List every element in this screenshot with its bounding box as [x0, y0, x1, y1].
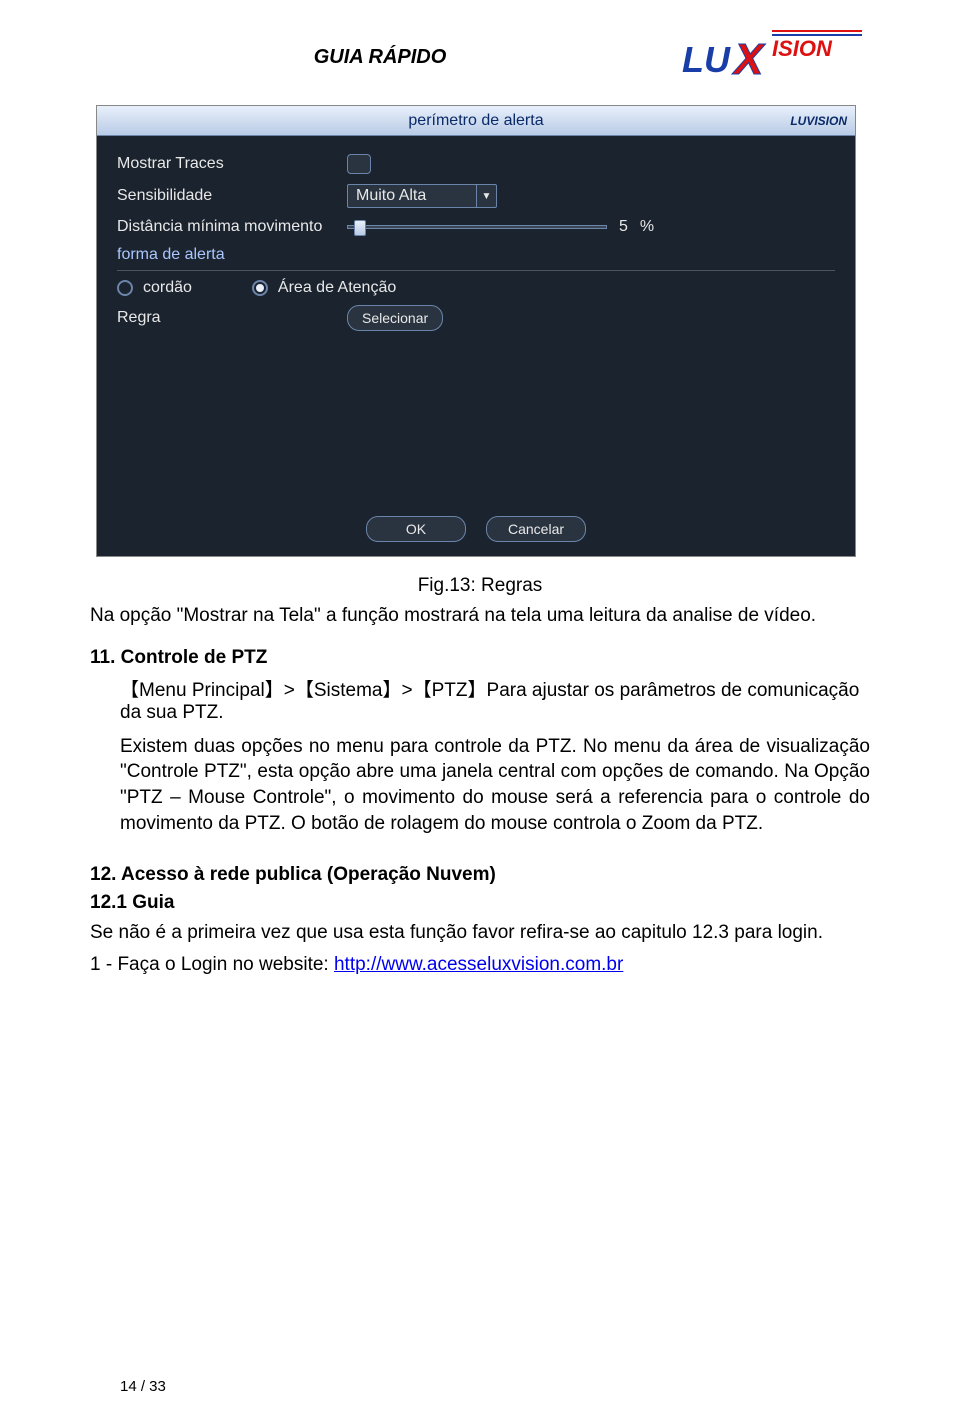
- select-rule-button[interactable]: Selecionar: [347, 305, 443, 331]
- login-line: 1 - Faça o Login no website: http://www.…: [90, 952, 870, 978]
- bracket-close-2: 】: [382, 680, 401, 701]
- slider-unit: %: [640, 218, 654, 236]
- dvr-body: Mostrar Traces Sensibilidade Muito Alta …: [97, 136, 855, 556]
- page-header: GUIA RÁPIDO LU X ISION: [90, 30, 870, 85]
- select-rule-button-label: Selecionar: [362, 310, 428, 326]
- section-11-title: 11. Controle de PTZ: [90, 647, 870, 669]
- svg-text:LU: LU: [682, 39, 731, 80]
- slider-value: 5: [619, 218, 628, 236]
- label-rule: Regra: [117, 309, 347, 327]
- checkbox-traces[interactable]: [347, 154, 371, 174]
- bc-ptz: PTZ: [432, 680, 468, 701]
- bracket-open-2: 【: [295, 680, 314, 701]
- svg-text:X: X: [731, 35, 766, 80]
- radio-area-label: Área de Atenção: [278, 279, 396, 297]
- select-sensitivity[interactable]: Muito Alta ▼: [347, 184, 497, 208]
- select-sensitivity-value: Muito Alta: [356, 187, 426, 205]
- paragraph-2: Existem duas opções no menu para control…: [120, 734, 870, 837]
- bc-sistema: Sistema: [314, 680, 383, 701]
- slider-min-distance[interactable]: [347, 225, 607, 229]
- breadcrumb: 【Menu Principal】>【Sistema】>【PTZ】Para aju…: [120, 675, 870, 724]
- logo: LU X ISION: [670, 30, 870, 85]
- label-min-distance: Distância mínima movimento: [117, 218, 347, 236]
- ok-button[interactable]: OK: [366, 516, 466, 542]
- svg-text:ISION: ISION: [772, 36, 833, 61]
- cancel-button[interactable]: Cancelar: [486, 516, 586, 542]
- label-sensitivity: Sensibilidade: [117, 187, 347, 205]
- page-number: 14 / 33: [120, 1378, 166, 1395]
- luxvision-logo-icon: LU X ISION: [680, 30, 870, 80]
- slider-thumb-icon[interactable]: [354, 220, 366, 236]
- dvr-titlebar: perímetro de alerta LUVISION: [97, 106, 855, 136]
- dvr-window-title: perímetro de alerta: [408, 112, 543, 130]
- header-title: GUIA RÁPIDO: [90, 46, 670, 69]
- bracket-close-3: 】: [468, 680, 487, 701]
- login-link[interactable]: http://www.acesseluxvision.com.br: [334, 954, 623, 975]
- section-12-1-title: 12.1 Guia: [90, 892, 870, 914]
- bracket-open-3: 【: [413, 680, 432, 701]
- paragraph-1: Na opção "Mostrar na Tela" a função most…: [90, 603, 870, 629]
- bracket-open-1: 【: [120, 680, 139, 701]
- radio-cord-label: cordão: [143, 279, 192, 297]
- radio-cord[interactable]: [117, 280, 133, 296]
- section-12-title: 12. Acesso à rede publica (Operação Nuve…: [90, 864, 870, 886]
- dvr-window: perímetro de alerta LUVISION Mostrar Tra…: [96, 105, 856, 557]
- bracket-close-1: 】: [265, 680, 284, 701]
- paragraph-3: Se não é a primeira vez que usa esta fun…: [90, 920, 870, 946]
- figure-caption: Fig.13: Regras: [90, 575, 870, 597]
- label-alert-form: forma de alerta: [117, 246, 347, 264]
- cancel-button-label: Cancelar: [508, 521, 564, 537]
- radio-area[interactable]: [252, 280, 268, 296]
- dvr-brand: LUVISION: [790, 114, 847, 128]
- label-traces: Mostrar Traces: [117, 155, 347, 173]
- chevron-down-icon: ▼: [476, 185, 496, 207]
- bc-menu: Menu Principal: [139, 680, 265, 701]
- separator: [117, 270, 835, 271]
- ok-button-label: OK: [406, 521, 426, 537]
- login-prefix: 1 - Faça o Login no website:: [90, 954, 334, 975]
